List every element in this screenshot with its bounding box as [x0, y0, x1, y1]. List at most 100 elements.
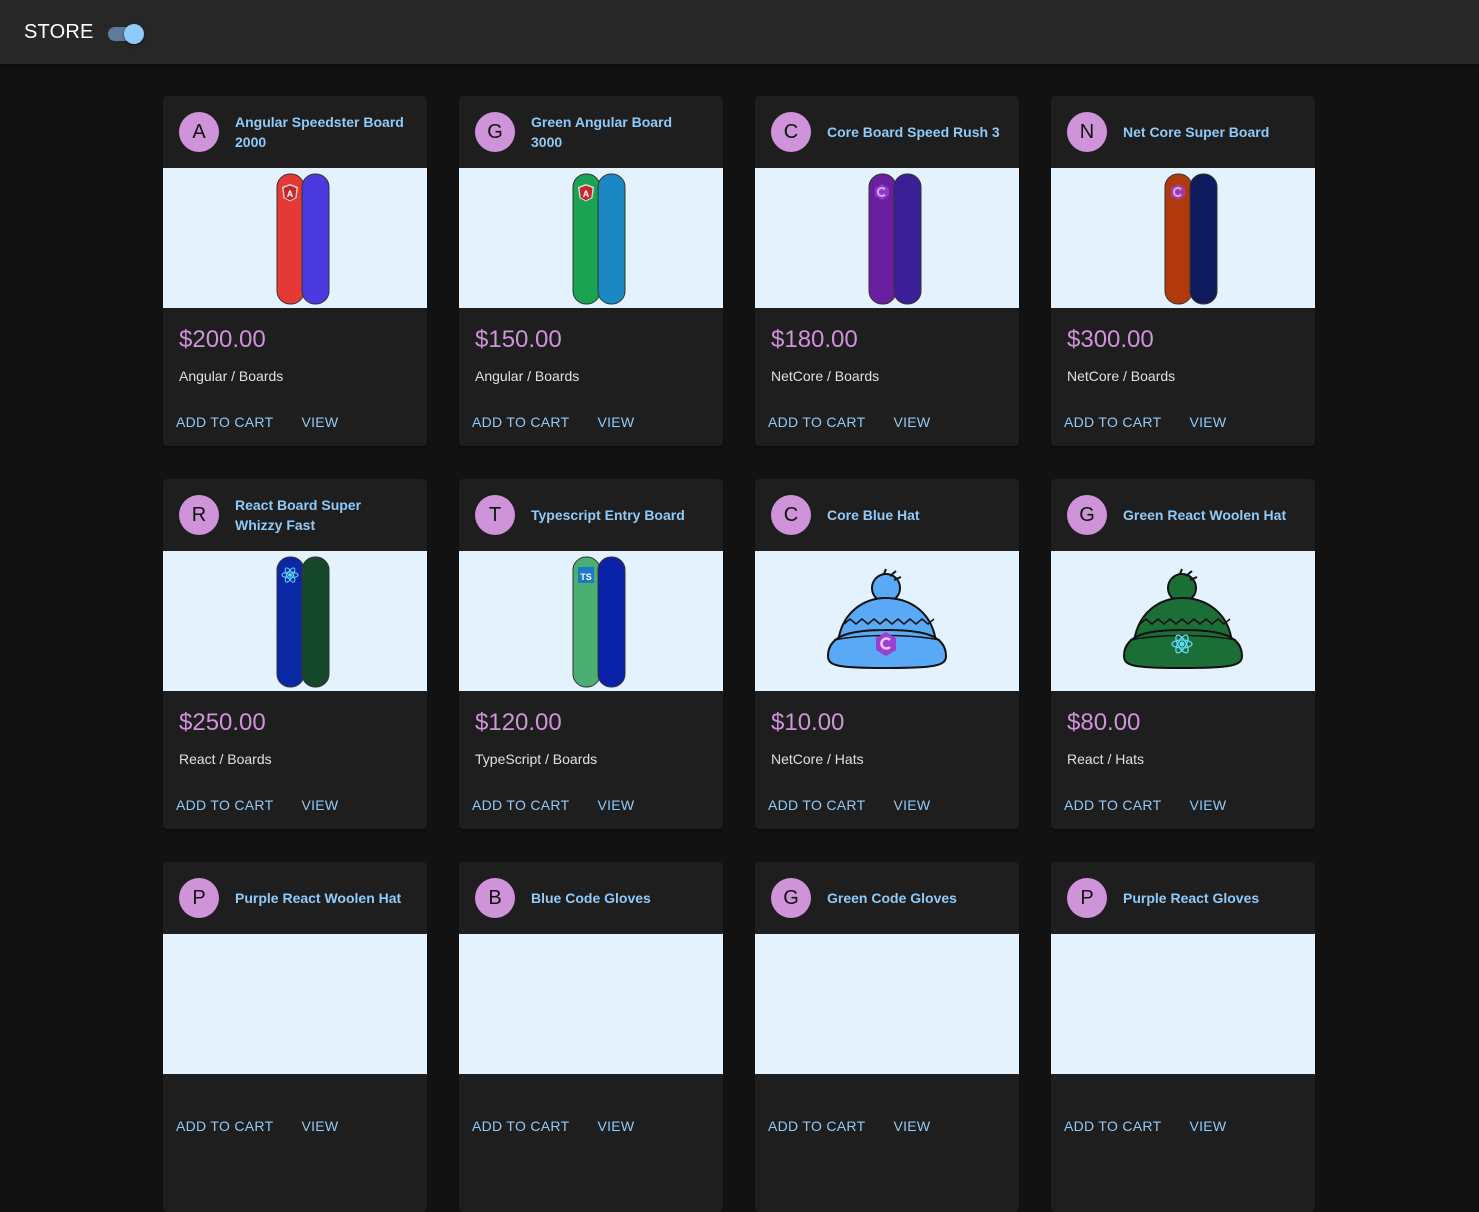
product-title: Core Board Speed Rush 3: [827, 124, 1000, 140]
view-button[interactable]: VIEW: [296, 1112, 343, 1140]
product-category: Angular / Boards: [179, 368, 284, 384]
product-title: React Board Super Whizzy Fast: [235, 497, 362, 533]
view-button[interactable]: VIEW: [1184, 408, 1231, 436]
product-card: C Core Board Speed Rush 3 $180.00 NetCore /…: [755, 96, 1019, 446]
card-content: $120.00 TypeScript / Boards: [459, 691, 723, 769]
toggle-thumb[interactable]: [123, 24, 144, 44]
card-actions: ADD TO CART VIEW: [163, 408, 427, 436]
product-avatar: G: [771, 878, 811, 918]
product-image: A: [163, 168, 427, 308]
product-avatar: N: [1067, 112, 1107, 152]
add-to-cart-button[interactable]: ADD TO CART: [1059, 408, 1166, 436]
add-to-cart-button[interactable]: ADD TO CART: [467, 791, 574, 819]
app-bar: STORE: [0, 0, 1479, 64]
card-header: G Green Angular Board 3000: [459, 96, 723, 168]
product-avatar: R: [179, 495, 219, 535]
view-button[interactable]: VIEW: [888, 408, 935, 436]
product-price: $150.00: [475, 326, 562, 353]
card-content: [163, 1074, 427, 1090]
product-title: Green Code Gloves: [827, 890, 957, 906]
card-actions: ADD TO CART VIEW: [163, 1112, 427, 1140]
product-image: [163, 934, 427, 1074]
card-actions: ADD TO CART VIEW: [1051, 408, 1315, 436]
card-content: $300.00 NetCore / Boards: [1051, 308, 1315, 386]
product-avatar: G: [475, 112, 515, 152]
theme-toggle-switch[interactable]: [106, 22, 144, 44]
card-actions: ADD TO CART VIEW: [755, 408, 1019, 436]
product-card: G Green React Woolen Hat $80.00 React / Hat…: [1051, 479, 1315, 829]
product-avatar: A: [179, 112, 219, 152]
view-button[interactable]: VIEW: [296, 791, 343, 819]
product-price: $300.00: [1067, 326, 1154, 353]
product-card: T Typescript Entry Board TS $120.00 TypeScri…: [459, 479, 723, 829]
product-price: $250.00: [179, 709, 266, 736]
product-card: P Purple React Woolen Hat ADD TO CART VIEW: [163, 862, 427, 1212]
view-button[interactable]: VIEW: [888, 1112, 935, 1140]
product-price: $80.00: [1067, 709, 1141, 736]
add-to-cart-button[interactable]: ADD TO CART: [763, 1112, 870, 1140]
card-actions: ADD TO CART VIEW: [163, 791, 427, 819]
card-header: R React Board Super Whizzy Fast: [163, 479, 427, 551]
card-actions: ADD TO CART VIEW: [459, 791, 723, 819]
card-header: C Core Board Speed Rush 3: [755, 96, 1019, 168]
add-to-cart-button[interactable]: ADD TO CART: [763, 408, 870, 436]
product-title: Blue Code Gloves: [531, 890, 651, 906]
product-avatar: T: [475, 495, 515, 535]
view-button[interactable]: VIEW: [888, 791, 935, 819]
product-category: React / Boards: [179, 751, 272, 767]
product-image: A: [459, 168, 723, 308]
product-price: $180.00: [771, 326, 858, 353]
view-button[interactable]: VIEW: [592, 408, 639, 436]
product-title: Purple React Gloves: [1123, 890, 1260, 906]
product-grid: A Angular Speedster Board 2000 A $200.00 Ang…: [163, 96, 1315, 1212]
product-image: [755, 168, 1019, 308]
product-title: Angular Speedster Board 2000: [235, 114, 404, 150]
product-avatar: B: [475, 878, 515, 918]
product-image: TS: [459, 551, 723, 691]
product-title: Core Blue Hat: [827, 507, 920, 523]
product-card: G Green Code Gloves ADD TO CART VIEW: [755, 862, 1019, 1212]
card-content: $180.00 NetCore / Boards: [755, 308, 1019, 386]
card-header: P Purple React Woolen Hat: [163, 862, 427, 934]
add-to-cart-button[interactable]: ADD TO CART: [1059, 791, 1166, 819]
product-avatar: C: [771, 495, 811, 535]
add-to-cart-button[interactable]: ADD TO CART: [467, 1112, 574, 1140]
card-actions: ADD TO CART VIEW: [755, 1112, 1019, 1140]
add-to-cart-button[interactable]: ADD TO CART: [171, 791, 278, 819]
product-card: N Net Core Super Board $300.00 NetCore / Bo…: [1051, 96, 1315, 446]
add-to-cart-button[interactable]: ADD TO CART: [763, 791, 870, 819]
product-category: NetCore / Hats: [771, 751, 864, 767]
card-header: B Blue Code Gloves: [459, 862, 723, 934]
store-title: STORE: [24, 20, 94, 43]
add-to-cart-button[interactable]: ADD TO CART: [171, 408, 278, 436]
svg-text:TS: TS: [580, 572, 592, 582]
view-button[interactable]: VIEW: [296, 408, 343, 436]
add-to-cart-button[interactable]: ADD TO CART: [1059, 1112, 1166, 1140]
card-content: $80.00 React / Hats: [1051, 691, 1315, 769]
product-card: A Angular Speedster Board 2000 A $200.00 Ang…: [163, 96, 427, 446]
add-to-cart-button[interactable]: ADD TO CART: [171, 1112, 278, 1140]
product-image: [163, 551, 427, 691]
view-button[interactable]: VIEW: [1184, 791, 1231, 819]
card-actions: ADD TO CART VIEW: [755, 791, 1019, 819]
card-actions: ADD TO CART VIEW: [1051, 791, 1315, 819]
typescript-logo-icon: TS: [578, 567, 594, 583]
product-image: [1051, 168, 1315, 308]
card-header: N Net Core Super Board: [1051, 96, 1315, 168]
view-button[interactable]: VIEW: [592, 791, 639, 819]
product-image: [1051, 551, 1315, 691]
card-content: $150.00 Angular / Boards: [459, 308, 723, 386]
card-header: T Typescript Entry Board: [459, 479, 723, 551]
view-button[interactable]: VIEW: [1184, 1112, 1231, 1140]
product-category: TypeScript / Boards: [475, 751, 598, 767]
card-header: P Purple React Gloves: [1051, 862, 1315, 934]
add-to-cart-button[interactable]: ADD TO CART: [467, 408, 574, 436]
card-header: G Green Code Gloves: [755, 862, 1019, 934]
product-avatar: P: [1067, 878, 1107, 918]
product-category: NetCore / Boards: [1067, 368, 1176, 384]
card-content: $250.00 React / Boards: [163, 691, 427, 769]
product-title: Net Core Super Board: [1123, 124, 1270, 140]
card-actions: ADD TO CART VIEW: [1051, 1112, 1315, 1140]
view-button[interactable]: VIEW: [592, 1112, 639, 1140]
product-image: [755, 551, 1019, 691]
